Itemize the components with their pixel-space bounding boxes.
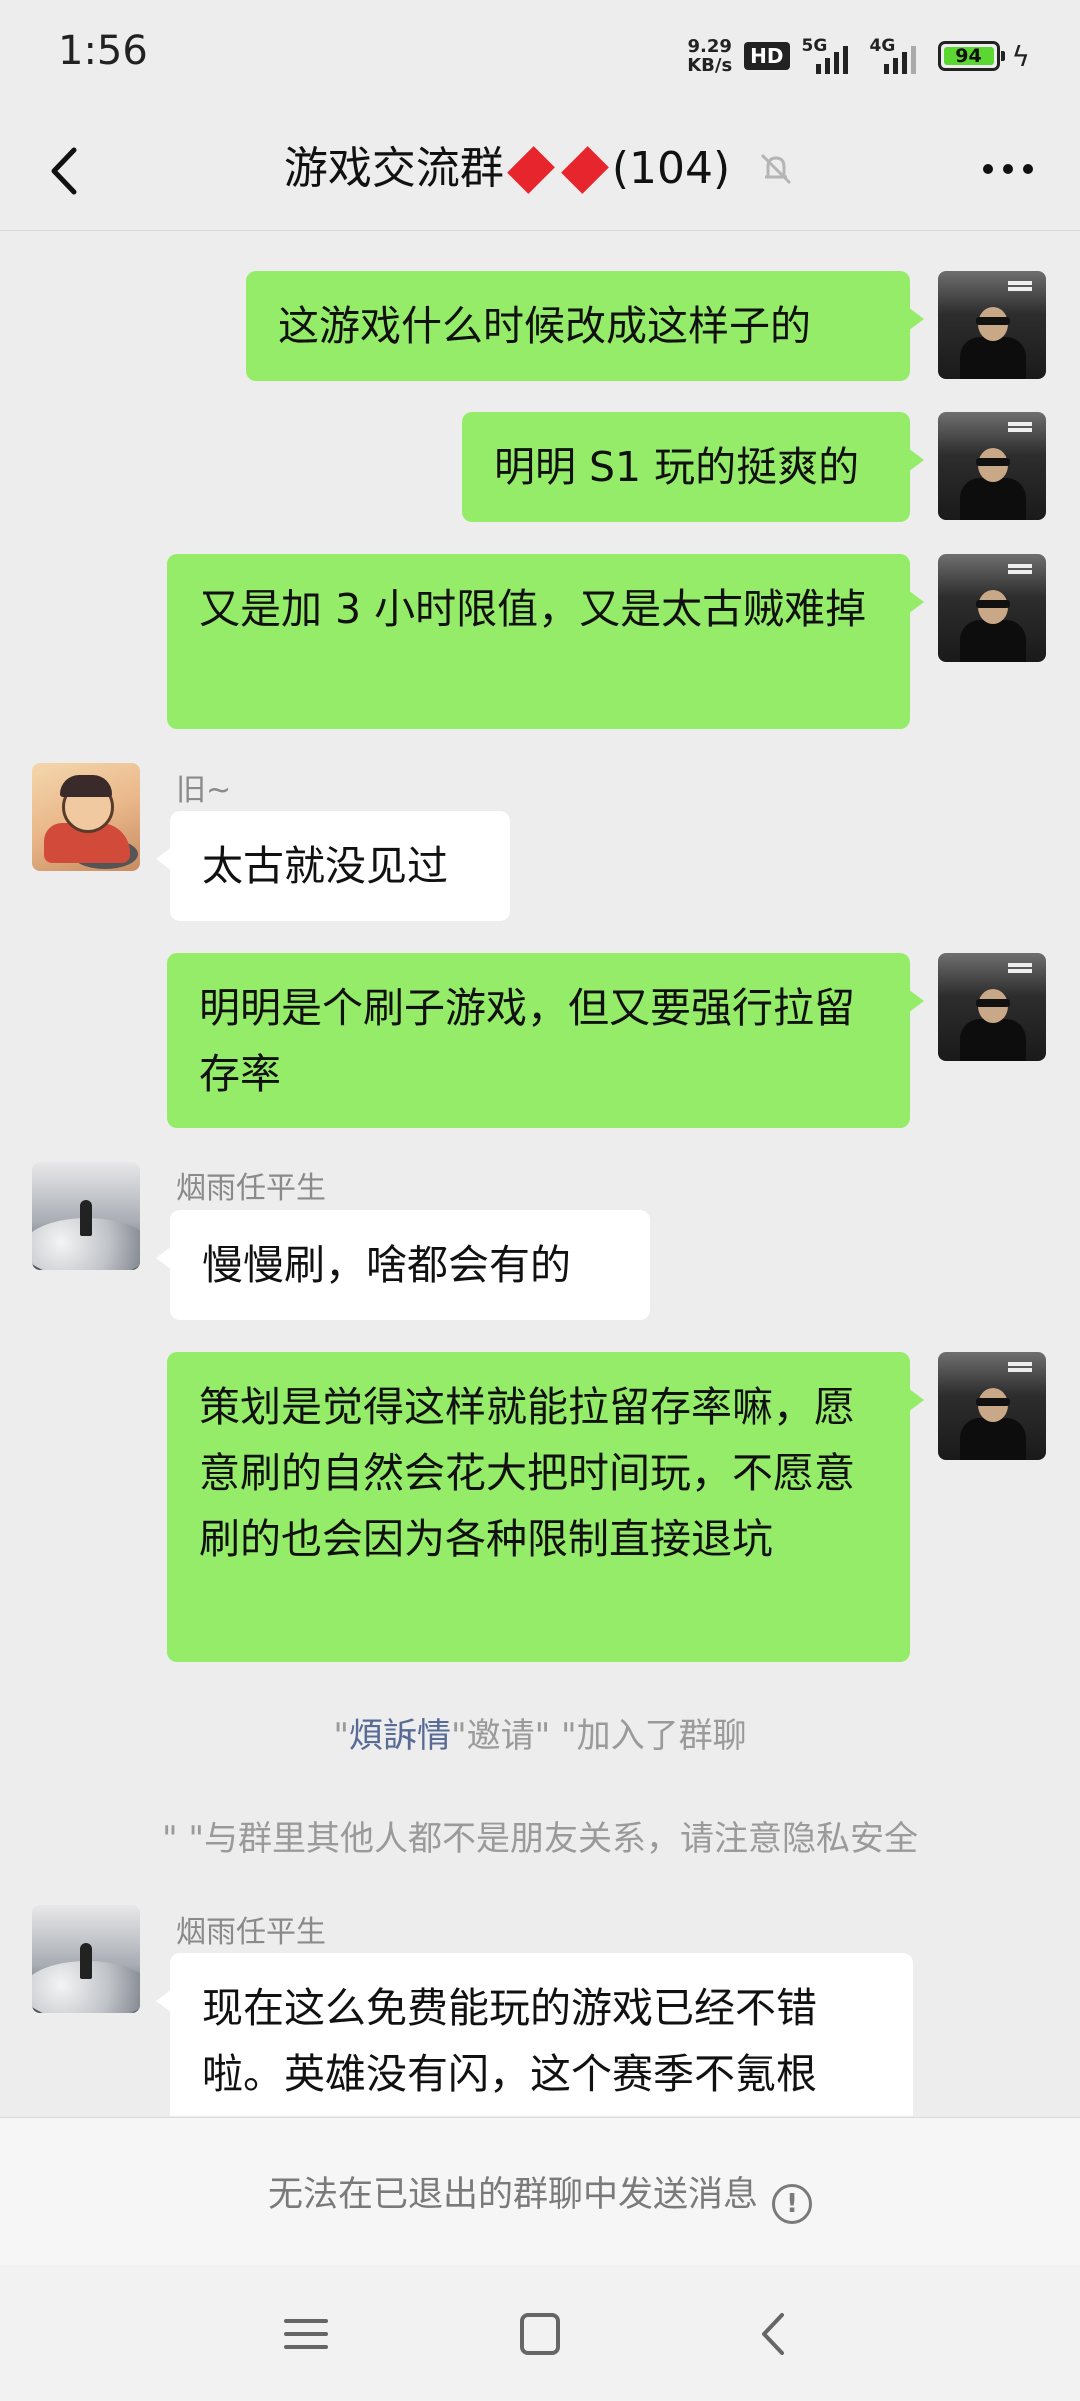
message-bubble-me[interactable]: 明明是个刷子游戏，但又要强行拉留存率 [167,953,924,1128]
avatar[interactable] [938,271,1046,379]
message-bubble-me[interactable]: 策划是觉得这样就能拉留存率嘛，愿意刷的自然会花大把时间玩，不愿意刷的也会因为各种… [167,1352,924,1662]
avatar[interactable] [938,1352,1046,1460]
red-diamond-icon [560,146,609,194]
charging-icon: ϟ [1011,39,1030,73]
status-bar: 1:56 9.29 KB/s HD 5G 4G 94 ϟ [0,0,1080,110]
system-privacy-notice: " "与群里其他人都不是朋友关系，请注意隐私安全 [161,1819,919,1859]
status-time: 1:56 [58,28,148,74]
disabled-notice: 无法在已退出的群聊中发送消息! [0,2166,1080,2224]
invited-by-link[interactable]: 煩訴情 [349,1716,451,1756]
message-bubble-me[interactable]: 这游戏什么时候改成这样子的 [246,271,924,381]
avatar[interactable] [938,953,1046,1061]
sender-nickname: 烟雨任平生 [176,1171,326,1206]
chat-header: 游戏交流群 (104) [0,110,1080,231]
hd-icon: HD [744,42,790,70]
message-bubble-other[interactable]: 现在这么免费能玩的游戏已经不错啦。英雄没有闪，这个赛季不氪根 [156,1953,913,2116]
avatar[interactable] [938,412,1046,520]
chat-area[interactable]: 这游戏什么时候改成这样子的 明明 S1 玩的挺爽的 又是加 3 小时限值，又是太… [0,231,1080,2116]
info-icon[interactable]: ! [772,2184,812,2224]
avatar[interactable] [938,554,1046,662]
system-invite-message: "煩訴情"邀请" "加入了群聊 [333,1716,747,1756]
message-bubble-me[interactable]: 又是加 3 小时限值，又是太古贼难掉 [167,554,924,729]
status-icons: 9.29 KB/s HD 5G 4G 94 ϟ [687,34,1030,78]
signal-4g-icon: 4G [870,36,926,76]
message-bubble-other[interactable]: 太古就没见过 [156,811,510,921]
sender-nickname: 烟雨任平生 [176,1915,326,1950]
message-bubble-me[interactable]: 明明 S1 玩的挺爽的 [462,412,924,522]
avatar[interactable] [32,1905,140,2013]
menu-icon[interactable] [276,2309,336,2359]
back-icon[interactable] [744,2309,804,2359]
message-bubble-other[interactable]: 慢慢刷，啥都会有的 [156,1210,650,1320]
input-disabled-bar: 无法在已退出的群聊中发送消息! [0,2117,1080,2265]
avatar[interactable] [32,763,140,871]
battery-icon: 94 [937,41,1005,71]
mute-bell-icon [761,153,792,185]
avatar[interactable] [32,1162,140,1270]
more-dots-icon[interactable] [978,154,1038,184]
home-icon[interactable] [510,2309,570,2359]
system-nav-bar [0,2265,1080,2401]
chat-title: 游戏交流群 (104) [0,132,1080,196]
network-speed: 9.29 KB/s [687,36,733,76]
sender-nickname: 旧~ [176,773,232,808]
red-diamond-icon [506,146,555,194]
signal-5g-icon: 5G [802,36,858,76]
